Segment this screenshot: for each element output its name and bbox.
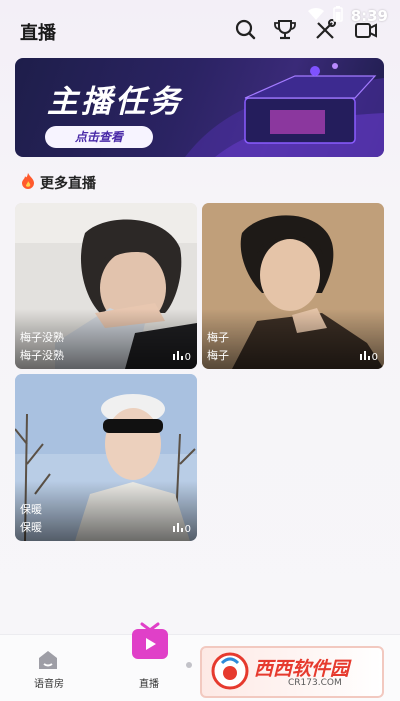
viewer-count: 0 bbox=[359, 351, 378, 363]
watermark-text: 西西软件园 bbox=[254, 658, 350, 680]
nav-indicator-dot bbox=[186, 662, 192, 668]
live-title: 保暖 bbox=[20, 503, 42, 516]
wifi-icon bbox=[307, 7, 325, 25]
status-time: 8:39 bbox=[350, 7, 388, 25]
search-icon[interactable] bbox=[233, 17, 259, 43]
viewer-count: 0 bbox=[172, 523, 191, 535]
live-card[interactable]: 保暖 保暖 0 bbox=[15, 374, 197, 541]
bar-chart-icon bbox=[172, 523, 183, 535]
live-title: 梅子没熟 bbox=[20, 331, 64, 344]
viewer-number: 0 bbox=[184, 351, 191, 363]
nav-label: 语音房 bbox=[34, 679, 64, 690]
bar-chart-icon bbox=[172, 351, 183, 363]
live-card[interactable]: 梅子没熟 梅子没熟 0 bbox=[15, 203, 197, 369]
viewer-count: 0 bbox=[172, 351, 191, 363]
nav-voice-room[interactable]: 语音房 bbox=[9, 635, 89, 701]
home-icon bbox=[36, 649, 60, 675]
nav-live[interactable]: 直播 bbox=[109, 622, 189, 701]
watermark-logo: 西西软件园 CR173.COM bbox=[200, 646, 384, 698]
status-bar: 8:39 bbox=[307, 6, 388, 26]
trophy-icon[interactable] bbox=[272, 17, 298, 43]
battery-icon bbox=[332, 6, 343, 26]
watermark-emblem bbox=[211, 652, 249, 690]
tv-icon bbox=[128, 621, 172, 669]
host-name: 保暖 bbox=[20, 521, 42, 534]
bar-chart-icon bbox=[359, 351, 370, 363]
more-live-header: 更多直播 bbox=[20, 172, 96, 194]
banner-title: 主播任务 bbox=[47, 84, 183, 120]
section-title: 更多直播 bbox=[40, 176, 96, 192]
page-title: 直播 bbox=[20, 23, 56, 44]
fire-icon bbox=[20, 172, 36, 194]
host-name: 梅子 bbox=[207, 349, 229, 362]
watermark-subtext: CR173.COM bbox=[288, 678, 342, 688]
host-name: 梅子没熟 bbox=[20, 349, 64, 362]
nav-label: 直播 bbox=[139, 679, 159, 690]
viewer-number: 0 bbox=[184, 523, 191, 535]
card-overlay bbox=[15, 481, 197, 541]
top-bar: 直播 8:39 bbox=[0, 0, 400, 58]
anchor-task-banner[interactable]: 主播任务 点击查看 bbox=[15, 58, 384, 157]
view-button[interactable]: 点击查看 bbox=[45, 126, 153, 148]
live-title: 梅子 bbox=[207, 331, 229, 344]
viewer-number: 0 bbox=[371, 351, 378, 363]
live-card[interactable]: 梅子 梅子 0 bbox=[202, 203, 384, 369]
card-overlay bbox=[202, 309, 384, 369]
